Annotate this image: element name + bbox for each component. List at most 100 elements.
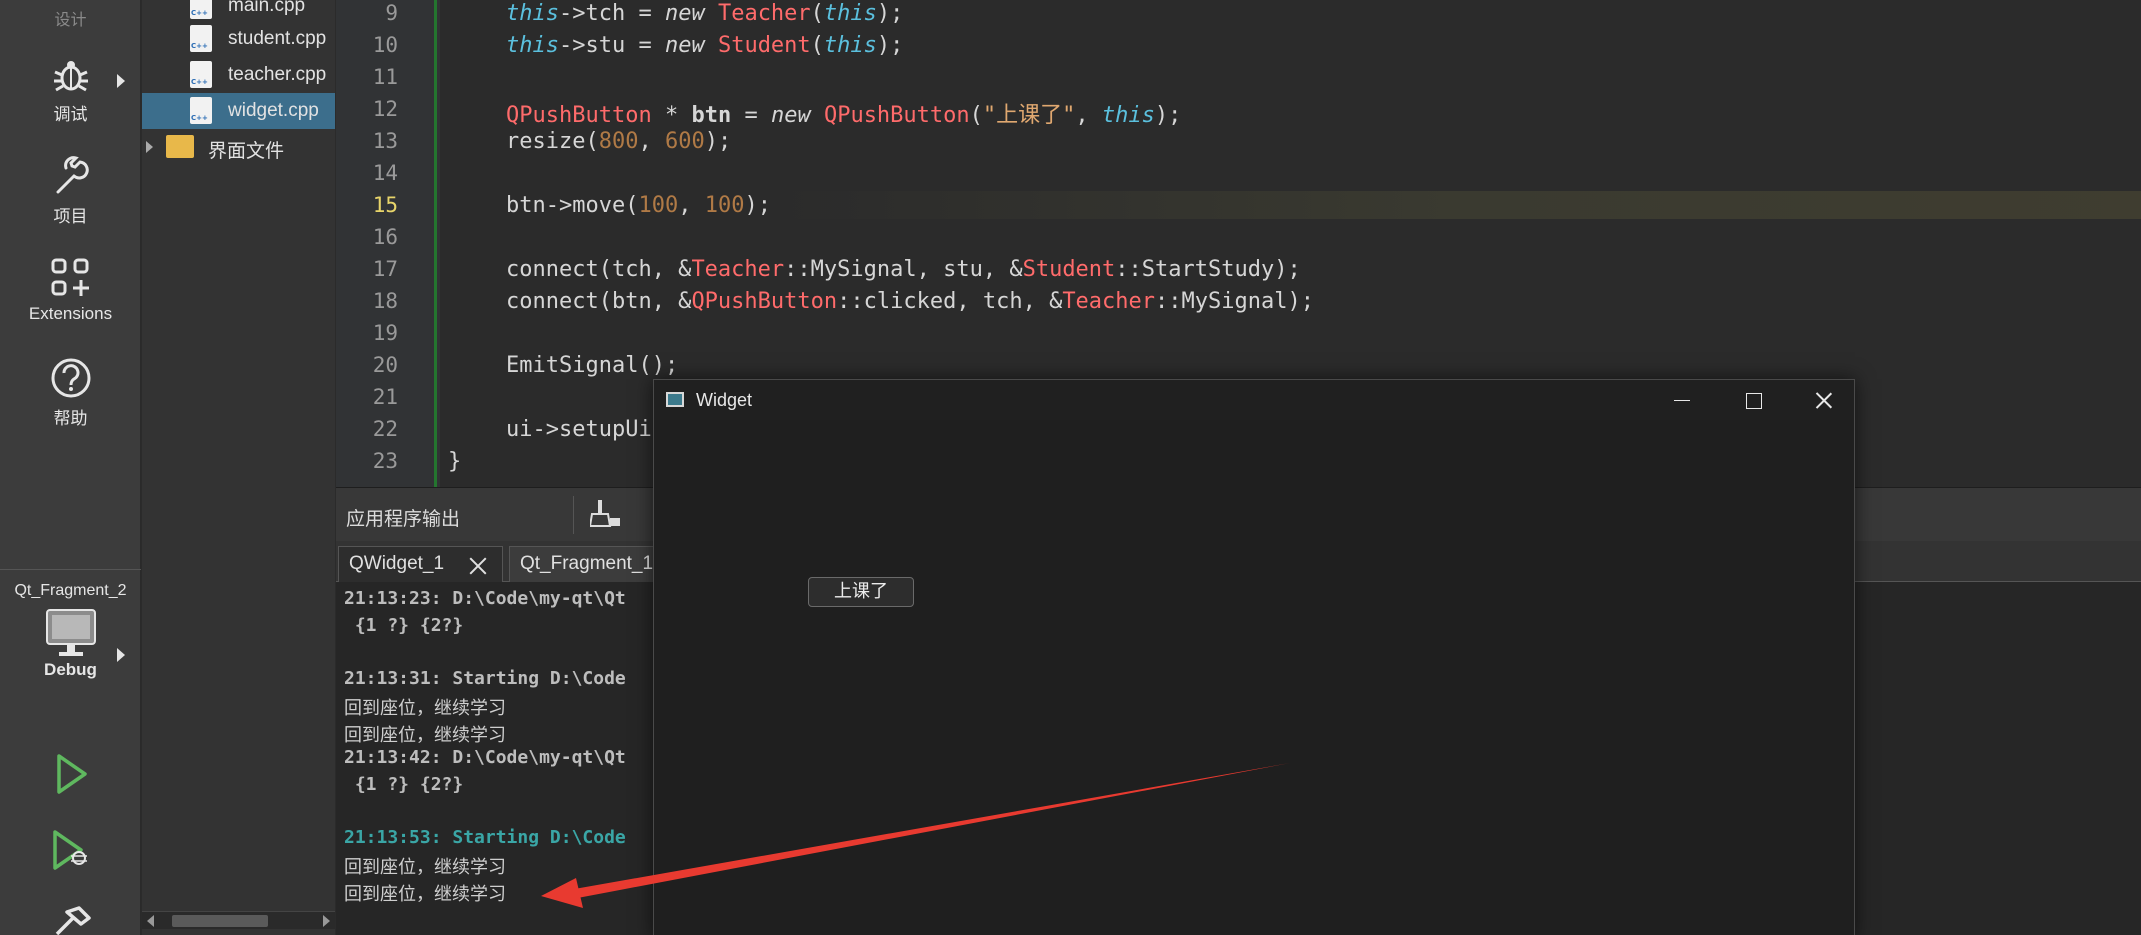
- scroll-left-icon[interactable]: [147, 915, 154, 927]
- line-number: 22: [372, 417, 398, 441]
- line-number: 15: [372, 193, 398, 217]
- tree-file-label: main.cpp: [228, 0, 306, 16]
- output-tab-label: Qt_Fragment_1: [520, 553, 654, 574]
- cpp-file-icon: [190, 61, 212, 88]
- code-token: Student: [1022, 257, 1116, 282]
- tree-folder-forms[interactable]: 界面文件: [142, 129, 335, 165]
- code-token: Teacher: [717, 1, 811, 26]
- code-token: this: [1101, 103, 1155, 128]
- build-button[interactable]: [0, 904, 141, 935]
- tree-file-student-cpp[interactable]: student.cpp: [142, 21, 335, 57]
- horizontal-scrollbar[interactable]: [142, 911, 335, 929]
- output-pane-title: 应用程序输出: [346, 508, 461, 530]
- hammer-icon: [55, 906, 91, 935]
- run-button[interactable]: [0, 752, 141, 796]
- cpp-file-icon: [190, 25, 212, 52]
- separator: [0, 569, 141, 570]
- line-number: 23: [372, 449, 398, 473]
- code-token: (: [810, 33, 824, 58]
- code-token: new: [664, 1, 705, 26]
- code-line: resize(800, 600);: [506, 129, 731, 154]
- code-line: QPushButton * btn = new QPushButton("上课了…: [506, 97, 1181, 129]
- code-token: btn->move(: [506, 193, 639, 218]
- output-tab-label: QWidget_1: [349, 553, 445, 574]
- output-line: 回到座位，继续学习: [344, 698, 506, 719]
- code-line: btn->move(100, 100);: [506, 193, 771, 218]
- expand-arrow-icon[interactable]: [146, 141, 153, 153]
- code-token: (: [810, 1, 824, 26]
- code-token: connect(btn, &: [506, 289, 692, 314]
- output-line: 21:13:23: D:\Code\my-qt\Qt: [344, 588, 626, 609]
- tree-file-label: teacher.cpp: [228, 64, 327, 85]
- app-window-icon: [666, 392, 684, 407]
- code-line: ui->setupUi: [506, 417, 652, 442]
- code-token: ::clicked, tch, &: [837, 289, 1063, 314]
- kit-project-name: Qt_Fragment_2: [14, 582, 127, 599]
- code-token: (: [969, 103, 983, 128]
- mode-extensions-label: Extensions: [28, 304, 113, 323]
- code-token: btn: [691, 103, 732, 128]
- code-line: this->stu = new Student(this);: [506, 33, 903, 58]
- output-tab-qwidget-1[interactable]: QWidget_1: [338, 546, 503, 582]
- debug-run-icon: [52, 830, 87, 870]
- clear-output-icon[interactable]: [590, 498, 622, 530]
- mode-design[interactable]: 设计: [0, 6, 141, 30]
- line-number: 12: [372, 97, 398, 121]
- folder-icon: [166, 135, 194, 158]
- mode-extensions[interactable]: Extensions: [0, 256, 141, 324]
- close-icon[interactable]: [1796, 380, 1852, 420]
- code-token: ->stu =: [558, 33, 665, 58]
- kit-selector[interactable]: Qt_Fragment_2 Debug: [0, 582, 141, 680]
- code-token: this: [823, 33, 877, 58]
- output-line: 21:13:53: Starting D:\Code: [344, 826, 626, 848]
- debug-run-button[interactable]: [0, 828, 141, 872]
- code-token: this: [823, 1, 877, 26]
- tree-file-widget-cpp[interactable]: widget.cpp: [142, 93, 335, 129]
- code-token: ,: [638, 129, 665, 154]
- help-icon: [51, 358, 90, 398]
- code-token: QPushButton: [691, 289, 838, 314]
- change-marker: [434, 0, 437, 487]
- minimize-icon[interactable]: [1654, 380, 1710, 420]
- bug-icon: [53, 61, 88, 92]
- code-token: new: [770, 103, 811, 128]
- output-line: {1 ?} {2?}: [344, 773, 464, 795]
- code-token: EmitSignal();: [506, 353, 679, 378]
- code-token: QPushButton: [506, 103, 652, 128]
- code-token: );: [1154, 103, 1182, 128]
- close-icon[interactable]: [468, 556, 488, 576]
- code-token: Teacher: [1062, 289, 1156, 314]
- scrollbar-thumb[interactable]: [172, 915, 268, 927]
- line-number-gutter: 9 10 11 12 13 14 15 16 17 18 19 20 21 22 23: [336, 0, 440, 487]
- window-titlebar[interactable]: Widget: [654, 380, 1854, 420]
- code-token: 100: [638, 193, 679, 218]
- maximize-icon[interactable]: [1725, 380, 1781, 420]
- separator: [573, 496, 574, 534]
- tree-folder-label: 界面文件: [208, 141, 285, 162]
- mode-design-label: 设计: [54, 10, 87, 29]
- expand-arrow-icon[interactable]: [117, 74, 125, 88]
- mode-debug[interactable]: 调试: [0, 56, 141, 125]
- line-number: 11: [372, 65, 398, 89]
- monitor-icon: [45, 609, 96, 656]
- expand-arrow-icon[interactable]: [117, 648, 125, 662]
- code-token: resize(: [506, 129, 599, 154]
- code-token: ::StartStudy);: [1115, 257, 1301, 282]
- tree-file-teacher-cpp[interactable]: teacher.cpp: [142, 57, 335, 93]
- code-line: }: [448, 449, 461, 474]
- code-token: }: [448, 449, 462, 474]
- output-line: 回到座位，继续学习: [344, 857, 506, 878]
- widget-window[interactable]: Widget 上课了: [653, 379, 1855, 935]
- mode-help[interactable]: 帮助: [0, 356, 141, 429]
- code-token: );: [876, 33, 904, 58]
- code-token: connect(tch, &: [506, 257, 692, 282]
- scroll-right-icon[interactable]: [323, 915, 330, 927]
- class-start-button[interactable]: 上课了: [808, 577, 914, 607]
- mode-project[interactable]: 项目: [0, 156, 141, 227]
- line-number: 10: [372, 33, 398, 57]
- code-token: ,: [678, 193, 705, 218]
- code-token: ::MySignal);: [1155, 289, 1314, 314]
- code-token: );: [876, 1, 904, 26]
- kit-build-config: Debug: [44, 660, 97, 679]
